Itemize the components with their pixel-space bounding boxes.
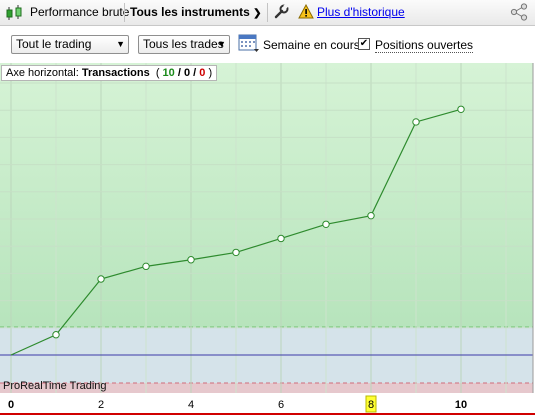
- candlestick-icon: [4, 0, 24, 25]
- more-history-link[interactable]: Plus d'historique: [317, 0, 405, 25]
- toolbar-divider: [267, 3, 268, 22]
- legend-slash: /: [177, 67, 181, 79]
- calendar-icon[interactable]: [238, 33, 260, 56]
- data-point: [52, 331, 60, 339]
- share-icon[interactable]: [510, 0, 530, 25]
- legend-slash: /: [193, 67, 197, 79]
- win-count: 10: [162, 67, 175, 79]
- data-point: [97, 275, 105, 283]
- trading-select-value: Tout le trading: [16, 37, 92, 51]
- axis-prefix: Axe horizontal:: [6, 67, 79, 79]
- trades-select-value: Tous les trades: [143, 37, 224, 51]
- x-tick-label: 0: [8, 399, 14, 411]
- instruments-dropdown[interactable]: Tous les instruments ❯: [130, 0, 262, 25]
- warning-icon: [298, 0, 314, 25]
- chevron-down-icon: ❯: [253, 8, 262, 19]
- legend-close-paren: ): [208, 67, 213, 79]
- checkmark-icon: ✔: [359, 38, 369, 49]
- trading-select[interactable]: Tout le trading ▼: [11, 35, 129, 54]
- panel-label: ProRealTime Trading: [3, 380, 107, 392]
- data-point: [277, 234, 285, 243]
- chevron-down-icon: ▼: [217, 39, 226, 49]
- period-label[interactable]: Semaine en cours: [263, 38, 360, 52]
- data-point: [232, 248, 240, 257]
- axis-name: Transactions: [81, 67, 150, 79]
- x-tick-label: 2: [98, 399, 104, 411]
- x-tick-label: 4: [188, 399, 194, 411]
- data-point: [187, 256, 195, 264]
- legend-open-paren: (: [155, 67, 160, 79]
- profit-zone: [0, 63, 533, 327]
- data-point: [142, 262, 150, 271]
- toolbar: Performance brute Tous les instruments ❯…: [0, 0, 535, 26]
- x-tick-label: 10: [455, 399, 467, 411]
- instruments-label: Tous les instruments: [130, 5, 250, 19]
- open-positions-label[interactable]: Positions ouvertes: [375, 38, 474, 53]
- open-positions-checkbox[interactable]: ✔: [358, 38, 370, 50]
- toolbar-divider: [124, 3, 125, 22]
- x-tick-label: 6: [278, 399, 284, 411]
- data-point: [367, 211, 375, 220]
- x-tick-label: 8: [368, 399, 374, 411]
- loss-count: 0: [199, 67, 206, 79]
- data-point: [412, 118, 420, 126]
- chevron-down-icon: ▼: [116, 39, 125, 49]
- data-point: [322, 220, 330, 228]
- data-point: [457, 105, 465, 113]
- wrench-icon[interactable]: [273, 0, 289, 25]
- trades-select[interactable]: Tous les trades ▼: [138, 35, 230, 54]
- performance-chart: 0 2 4 6 8 10: [0, 63, 535, 419]
- axis-legend: Axe horizontal: Transactions ( 10 / 0 / …: [1, 65, 218, 81]
- performance-dropdown[interactable]: Performance brute: [30, 0, 129, 25]
- neutral-count: 0: [183, 67, 191, 79]
